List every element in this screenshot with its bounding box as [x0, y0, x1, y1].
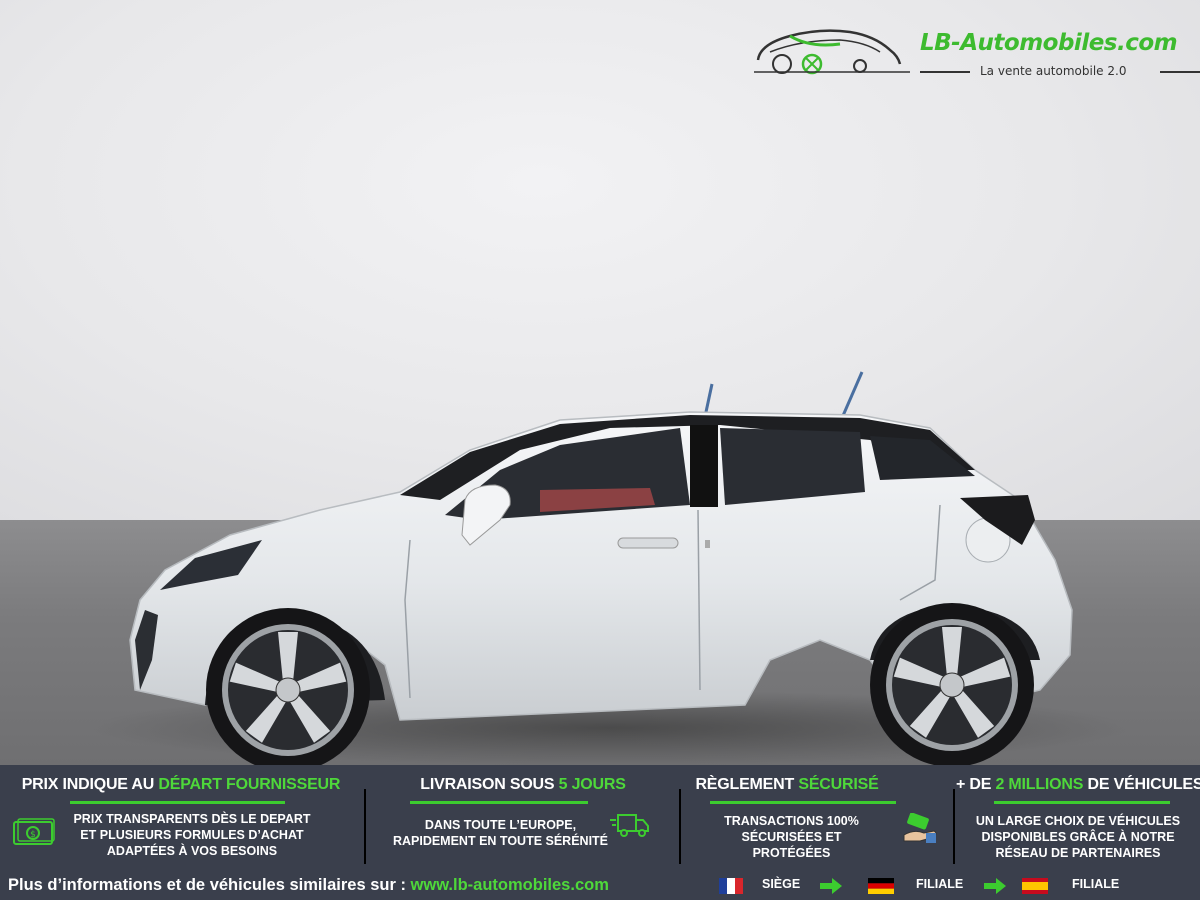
title-text: LIVRAISON SOUS — [420, 776, 559, 793]
arrow-right-icon — [984, 878, 1006, 894]
title-highlight: SÉCURISÉ — [798, 776, 879, 793]
block-underline — [70, 801, 285, 804]
car-photo: LB-Automobiles.com La vente automobile 2… — [0, 0, 1200, 765]
block-description: TRANSACTIONS 100% SÉCURISÉES ET PROTÉGÉE… — [724, 814, 859, 860]
france-flag-icon — [719, 878, 743, 894]
title-highlight: 5 JOURS — [558, 776, 626, 793]
footer-info-text: Plus d’informations et de véhicules simi… — [8, 876, 411, 894]
spain-flag-icon — [1022, 878, 1048, 894]
delivery-truck-icon — [610, 814, 649, 837]
title-suffix: DE VÉHICULES — [1083, 776, 1200, 793]
brand-tagline: La vente automobile 2.0 — [980, 64, 1127, 78]
germany-flag-icon — [868, 878, 894, 894]
banner-divider — [953, 789, 955, 864]
block-description: UN LARGE CHOIX DE VÉHICULES DISPONIBLES … — [975, 814, 1181, 860]
banner-divider — [679, 789, 681, 864]
block-description: PRIX TRANSPARENTS DÈS LE DEPART ET PLUSI… — [73, 812, 311, 858]
tagline-divider-right — [1160, 71, 1200, 73]
brand-name: LB-Automobiles.com — [920, 30, 1178, 56]
block-underline — [710, 801, 896, 804]
tagline-divider-left — [920, 71, 970, 73]
location-label-siege: SIÈGE — [762, 877, 801, 891]
block-title: LIVRAISON SOUS 5 JOURS — [368, 776, 678, 794]
title-text: RÈGLEMENT — [695, 776, 799, 793]
banner-divider — [364, 789, 366, 864]
block-title: + DE 2 MILLIONS DE VÉHICULES — [956, 776, 1200, 794]
block-description: DANS TOUTE L’EUROPE, RAPIDEMENT EN TOUTE… — [392, 818, 609, 848]
svg-text:$: $ — [30, 830, 36, 840]
block-underline — [994, 801, 1170, 804]
footer-info: Plus d’informations et de véhicules simi… — [8, 876, 609, 895]
money-icon: $ — [13, 818, 55, 845]
payment-hand-icon — [903, 813, 937, 843]
banner-block-vehicles: + DE 2 MILLIONS DE VÉHICULES UN LARGE CH… — [956, 765, 1200, 870]
banner-block-price: PRIX INDIQUE AU DÉPART FOURNISSEUR $ PRI… — [0, 765, 362, 870]
car-outline-logo-icon — [754, 29, 910, 75]
banner-block-payment: RÈGLEMENT SÉCURISÉ TRANSACTIONS 100% SÉC… — [684, 765, 952, 870]
brand-logo[interactable]: LB-Automobiles.com La vente automobile 2… — [750, 22, 1200, 82]
block-title: RÈGLEMENT SÉCURISÉ — [684, 776, 890, 794]
website-link[interactable]: www.lb-automobiles.com — [411, 876, 609, 894]
location-label-filiale-de: FILIALE — [916, 877, 964, 891]
location-label-filiale-es: FILIALE — [1072, 877, 1120, 891]
block-underline — [410, 801, 588, 804]
arrow-right-icon — [820, 878, 842, 894]
title-text: + DE — [956, 776, 996, 793]
title-highlight: 2 MILLIONS — [995, 776, 1084, 793]
white-hatchback-car — [90, 371, 1130, 765]
banner-block-delivery: LIVRAISON SOUS 5 JOURS DANS TOUTE L’EURO… — [368, 765, 678, 870]
title-text: PRIX INDIQUE AU — [21, 776, 159, 793]
info-banner: PRIX INDIQUE AU DÉPART FOURNISSEUR $ PRI… — [0, 765, 1200, 900]
title-highlight: DÉPART FOURNISSEUR — [158, 776, 341, 793]
block-title: PRIX INDIQUE AU DÉPART FOURNISSEUR — [0, 776, 362, 794]
